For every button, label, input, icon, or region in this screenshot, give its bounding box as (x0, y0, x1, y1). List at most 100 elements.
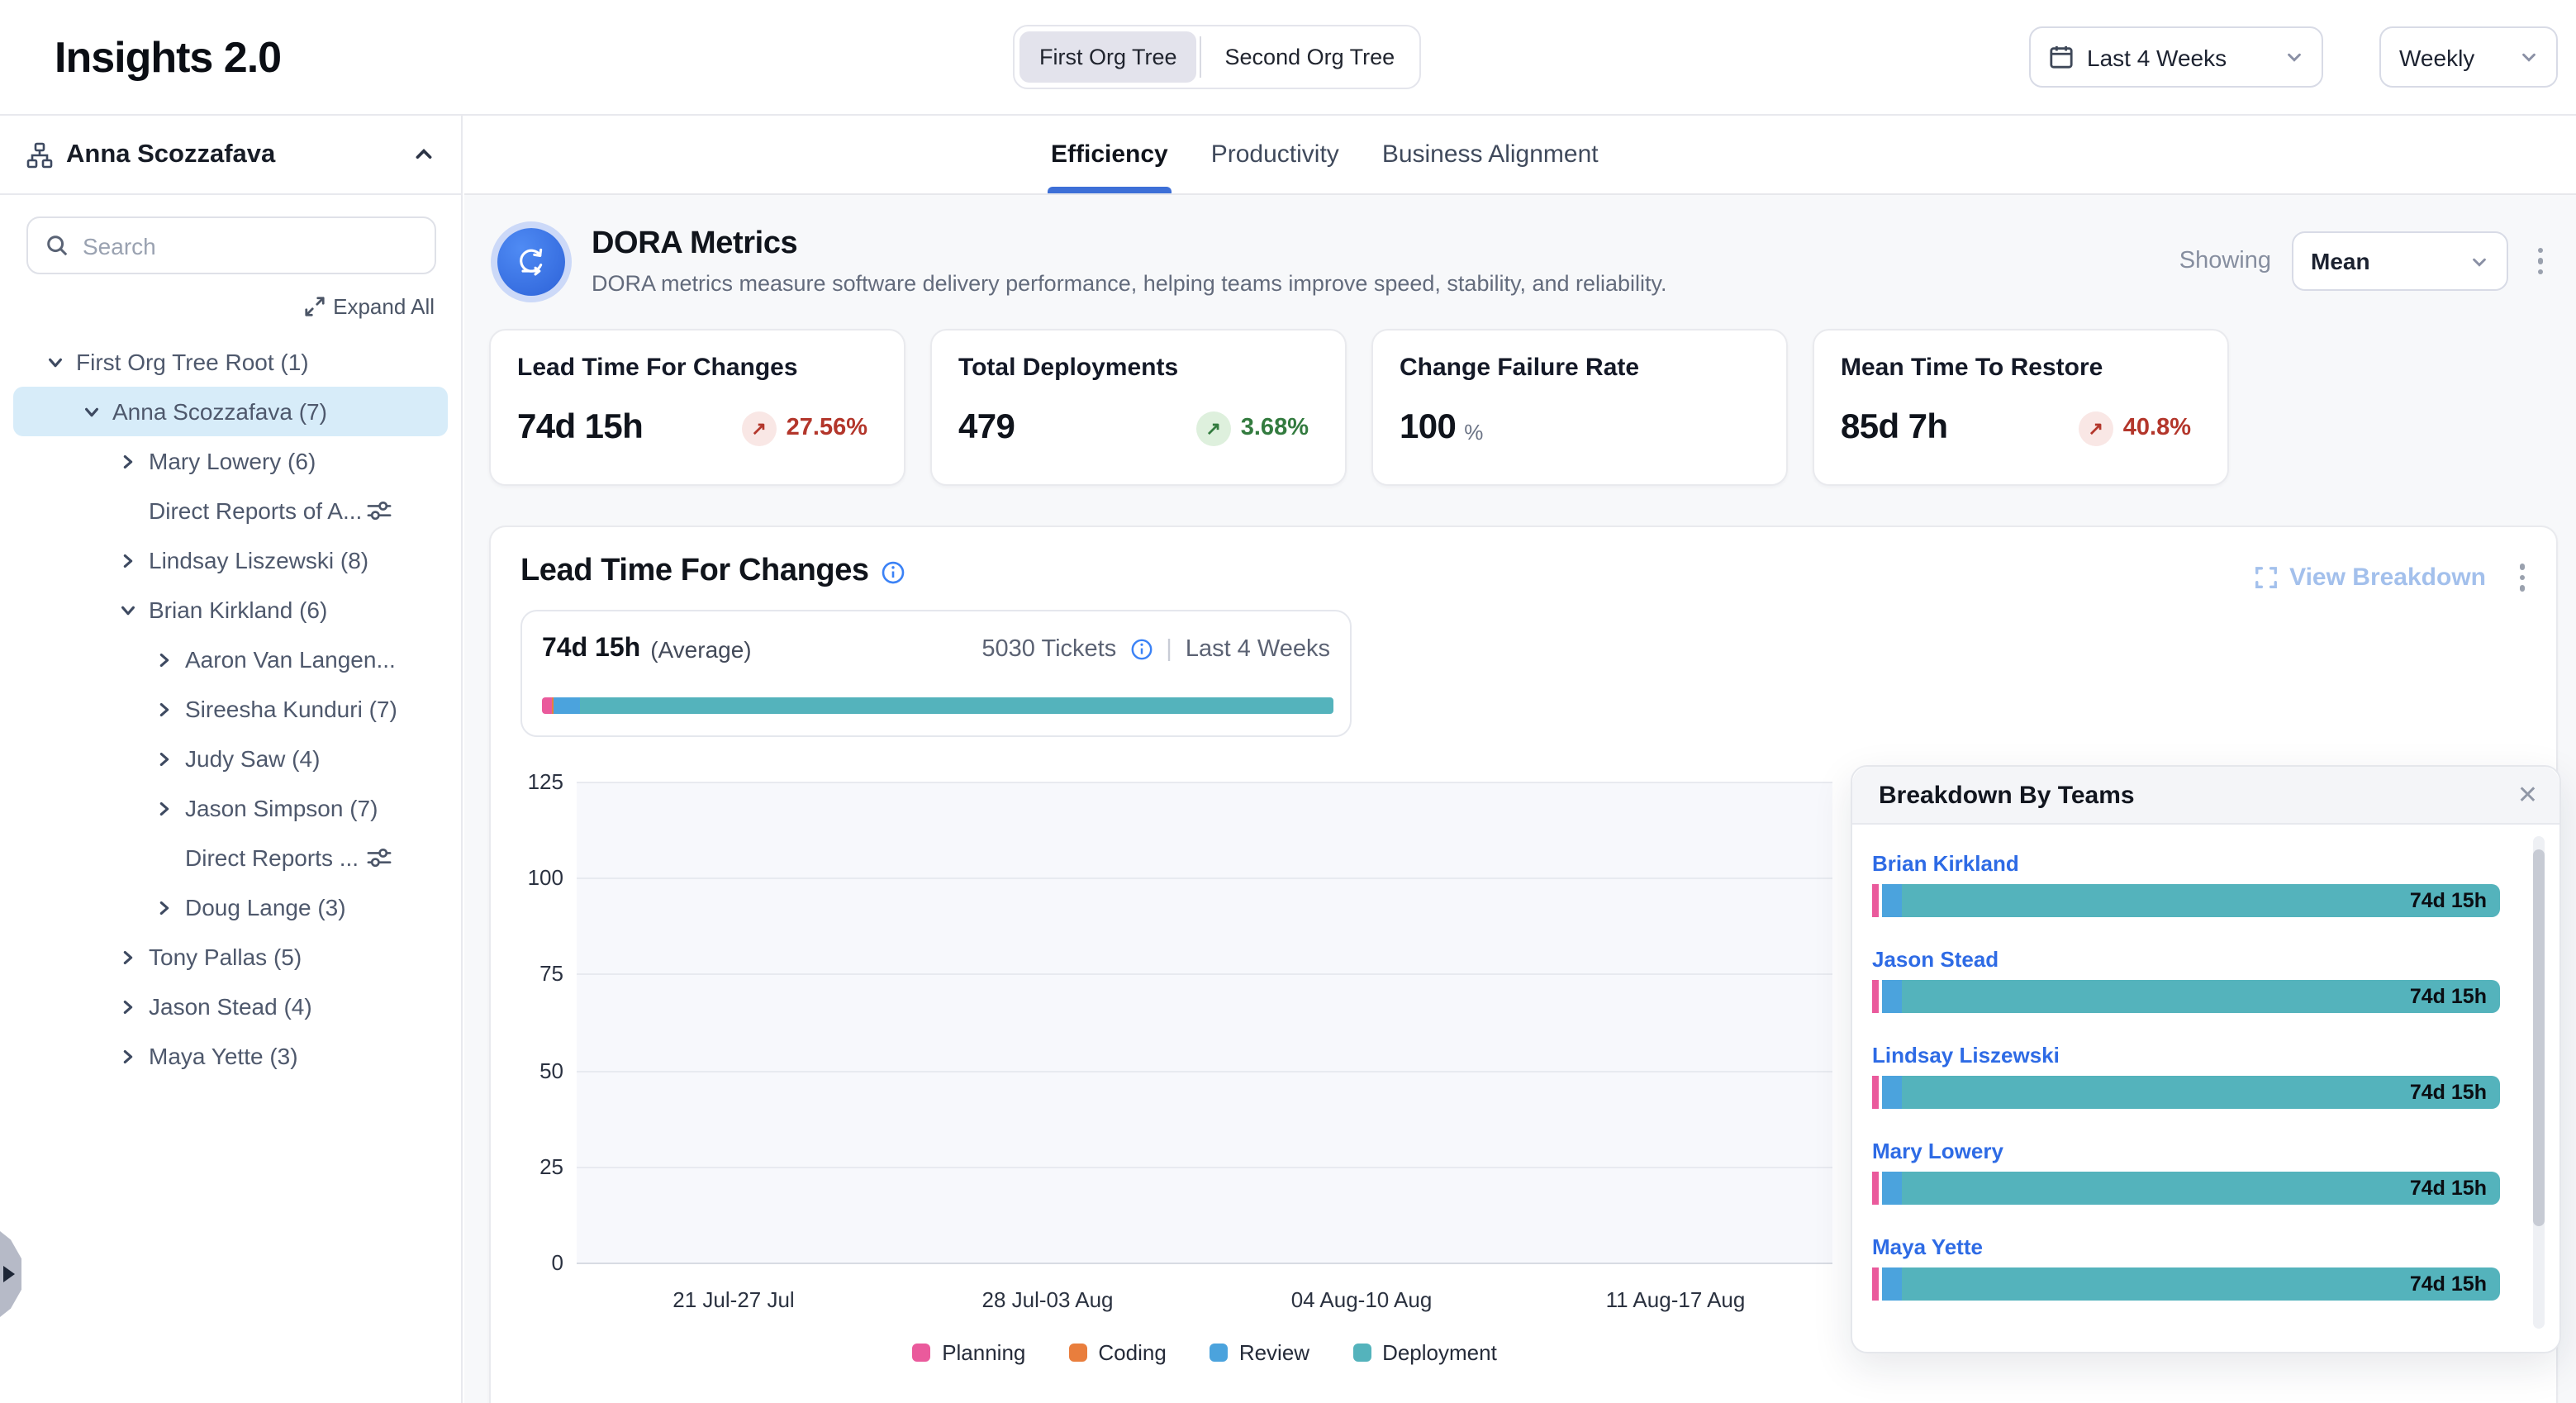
legend-item-review[interactable]: Review (1210, 1340, 1309, 1365)
tree-item-jason-stead[interactable]: Jason Stead (4) (13, 982, 448, 1031)
team-name-link[interactable]: Brian Kirkland (1872, 851, 2500, 876)
info-icon[interactable] (881, 559, 905, 584)
chevron-right-icon[interactable] (152, 648, 175, 671)
tree-item-label: Direct Reports ... (185, 844, 359, 871)
metric-title: Total Deployments (958, 354, 1319, 382)
tab-efficiency[interactable]: Efficiency (1051, 116, 1168, 193)
tree-item-judy-saw[interactable]: Judy Saw (4) (13, 734, 448, 783)
team-name-link[interactable]: Mary Lowery (1872, 1139, 2500, 1163)
close-icon[interactable]: ✕ (2517, 780, 2538, 810)
dora-title: DORA Metrics (592, 226, 1667, 263)
tab-business-alignment[interactable]: Business Alignment (1382, 116, 1599, 193)
tree-item-label: Sireesha Kunduri (7) (185, 696, 397, 722)
lead-time-title-row: Lead Time For Changes (520, 554, 905, 590)
view-breakdown-button[interactable]: View Breakdown (2253, 564, 2486, 592)
metric-delta-badge: ↗40.8% (2079, 411, 2191, 445)
content: DORA Metrics DORA metrics measure softwa… (464, 195, 2576, 1403)
team-name-link[interactable]: Lindsay Liszewski (1872, 1043, 2500, 1068)
chevron-right-icon[interactable] (152, 697, 175, 721)
y-axis-tick-label: 0 (497, 1250, 563, 1275)
org-tree: First Org Tree Root (1) Anna Scozzafava (… (0, 337, 461, 1304)
chevron-down-icon[interactable] (116, 598, 139, 621)
info-icon[interactable] (1129, 638, 1153, 661)
team-phase-bar: 74d 15h (1872, 980, 2500, 1013)
chevron-right-icon[interactable] (152, 896, 175, 919)
tree-item-label: Lindsay Liszewski (8) (149, 547, 368, 573)
tree-item-label: Judy Saw (4) (185, 745, 320, 772)
metric-unit: % (1464, 419, 1483, 444)
tree-item-brian-kirkland[interactable]: Brian Kirkland (6) (13, 585, 448, 635)
chevron-right-icon[interactable] (116, 1044, 139, 1068)
lead-time-kebab-menu-icon[interactable] (2509, 557, 2535, 597)
tree-item-lindsay-liszewski[interactable]: Lindsay Liszewski (8) (13, 535, 448, 585)
team-name-link[interactable]: Jason Stead (1872, 947, 2500, 972)
chevron-right-icon[interactable] (152, 747, 175, 770)
toggle-first-org-tree[interactable]: First Org Tree (1019, 31, 1197, 83)
tree-item-jason-simpson[interactable]: Jason Simpson (7) (13, 783, 448, 833)
org-chart-icon (26, 141, 53, 168)
chevron-down-icon[interactable] (43, 350, 66, 373)
tab-productivity[interactable]: Productivity (1211, 116, 1339, 193)
date-range-dropdown[interactable]: Last 4 Weeks (2029, 26, 2323, 88)
tree-item-direct-reports-of-a[interactable]: Direct Reports of A... (13, 486, 448, 535)
chevron-right-icon[interactable] (116, 449, 139, 473)
granularity-dropdown[interactable]: Weekly (2379, 26, 2558, 88)
tree-item-doug-lange[interactable]: Doug Lange (3) (13, 882, 448, 932)
metric-delta-badge: ↗27.56% (742, 411, 867, 445)
search-input[interactable] (83, 232, 418, 259)
legend-swatch (1210, 1344, 1228, 1362)
tree-item-label: Jason Stead (4) (149, 993, 312, 1020)
sidebar-header[interactable]: Anna Scozzafava (0, 116, 461, 195)
panel-title: Breakdown By Teams (1879, 781, 2517, 809)
team-name-link[interactable]: Maya Yette (1872, 1234, 2500, 1259)
metric-delta: 27.56% (787, 415, 867, 441)
metric-delta: 40.8% (2123, 415, 2191, 441)
chevron-right-icon[interactable] (116, 945, 139, 968)
lead-time-actions: View Breakdown (2253, 557, 2535, 597)
triangle-right-icon (3, 1266, 15, 1282)
metric-card-lead-time-for-changes: Lead Time For Changes74d 15h↗27.56% (489, 329, 905, 486)
legend-item-deployment[interactable]: Deployment (1352, 1340, 1497, 1365)
chevron-right-icon[interactable] (116, 995, 139, 1018)
chevron-right-icon[interactable] (116, 549, 139, 572)
scrollbar-thumb[interactable] (2533, 849, 2545, 1226)
metric-card-change-failure-rate: Change Failure Rate100% (1371, 329, 1788, 486)
expand-all-button[interactable]: Expand All (303, 294, 435, 319)
tree-item-first-org-tree-root[interactable]: First Org Tree Root (1) (13, 337, 448, 387)
team-row-brian-kirkland: Brian Kirkland 74d 15h (1872, 851, 2500, 917)
chevron-down-icon[interactable] (79, 400, 102, 423)
showing-dropdown[interactable]: Mean (2291, 231, 2507, 291)
chevron-down-icon (2285, 48, 2303, 66)
tree-item-direct-reports[interactable]: Direct Reports ... (13, 833, 448, 882)
tree-item-anna-scozzafava[interactable]: Anna Scozzafava (7) (13, 387, 448, 436)
top-bar: Insights 2.0 First Org Tree Second Org T… (0, 0, 2576, 116)
metric-value: 479 (958, 408, 1015, 448)
tree-item-maya-yette[interactable]: Maya Yette (3) (13, 1031, 448, 1081)
tree-item-sireesha-kunduri[interactable]: Sireesha Kunduri (7) (13, 684, 448, 734)
filter-sliders-icon[interactable] (367, 499, 392, 522)
showing-value: Mean (2311, 248, 2370, 274)
toggle-second-org-tree[interactable]: Second Org Tree (1205, 31, 1415, 83)
tree-item-mary-lowery[interactable]: Mary Lowery (6) (13, 436, 448, 486)
segment-review (1882, 1076, 1902, 1109)
team-value: 74d 15h (2410, 1177, 2487, 1200)
chevron-right-icon[interactable] (152, 797, 175, 820)
metric-title: Mean Time To Restore (1841, 354, 2201, 382)
legend-item-coding[interactable]: Coding (1068, 1340, 1166, 1365)
filter-sliders-icon[interactable] (367, 846, 392, 869)
legend-item-planning[interactable]: Planning (912, 1340, 1025, 1365)
dora-kebab-menu-icon[interactable] (2527, 241, 2553, 282)
tree-item-aaron-van-langen[interactable]: Aaron Van Langen... (13, 635, 448, 684)
tree-item-label: First Org Tree Root (1) (76, 349, 309, 375)
tree-item-tony-pallas[interactable]: Tony Pallas (5) (13, 932, 448, 982)
average-summary-box: 74d 15h (Average) 5030 Tickets | Last 4 … (520, 610, 1352, 737)
team-value: 74d 15h (2410, 985, 2487, 1008)
average-phase-bar (542, 697, 1333, 714)
tree-item-label: Direct Reports of A... (149, 497, 362, 524)
lead-time-card: Lead Time For Changes View Breakdown (489, 526, 2558, 1403)
grid-line (577, 1167, 1832, 1168)
team-phase-bar: 74d 15h (1872, 1076, 2500, 1109)
chevron-up-icon[interactable] (413, 144, 435, 165)
average-meta: 5030 Tickets | Last 4 Weeks (981, 636, 1330, 663)
team-phase-bar: 74d 15h (1872, 884, 2500, 917)
